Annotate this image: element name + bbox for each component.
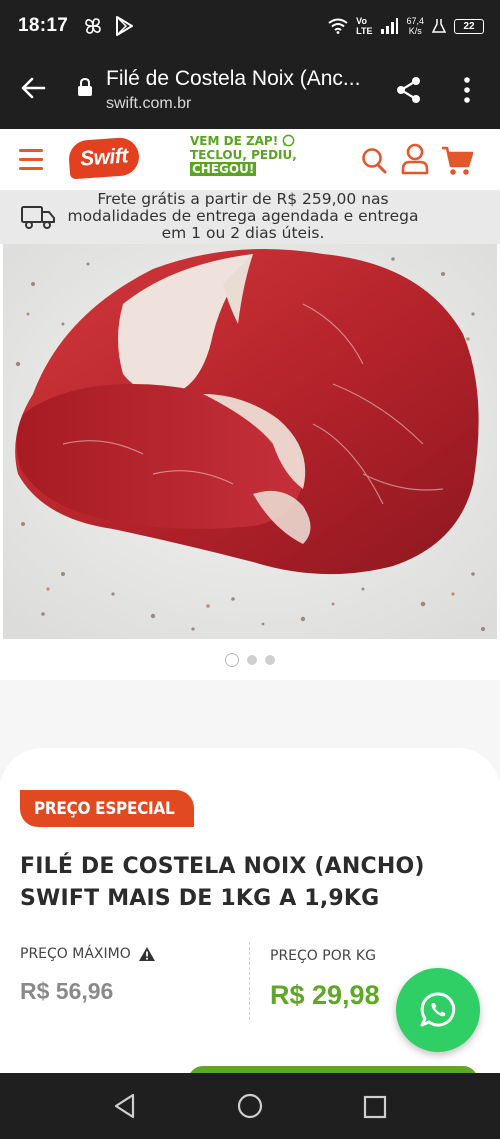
browser-toolbar: Filé de Costela Noix (Anc... swift.com.b… <box>0 52 500 129</box>
shipping-text: Frete grátis a partir de R$ 259,00 nas m… <box>67 190 419 242</box>
net-speed: 67,4 K/s <box>406 16 424 36</box>
back-arrow-icon[interactable] <box>20 76 46 100</box>
wifi-icon <box>328 18 348 34</box>
warning-icon[interactable] <box>138 947 155 961</box>
carousel-dot-3[interactable] <box>265 655 275 665</box>
net-speed-unit: K/s <box>408 26 422 36</box>
price-max-value: R$ 56,96 <box>20 978 114 1004</box>
product-name: FILÉ DE COSTELA NOIX (ANCHO) SWIFT MAIS … <box>20 854 425 911</box>
status-time: 18:17 <box>18 15 69 36</box>
battery-indicator: 22 <box>454 18 484 34</box>
menu-icon[interactable] <box>19 149 43 171</box>
nav-home-icon[interactable] <box>237 1093 263 1119</box>
price-per-kg-label: PREÇO POR KG <box>270 948 376 964</box>
zap-promo-line1: VEM DE ZAP! <box>190 134 279 148</box>
nav-back-icon[interactable] <box>113 1093 137 1119</box>
lock-icon[interactable] <box>77 77 93 97</box>
nav-recents-icon[interactable] <box>363 1095 387 1119</box>
android-nav-bar <box>0 1073 500 1139</box>
truck-icon <box>21 206 55 229</box>
lab-flask-icon <box>432 19 446 33</box>
carousel-dots <box>0 653 500 667</box>
status-bar: 18:17 Vo LTE 67,4 K/s 22 <box>0 0 500 52</box>
price-per-kg-value: R$ 29,98 <box>270 980 380 1010</box>
net-speed-value: 67,4 <box>406 16 424 26</box>
carousel-dot-2[interactable] <box>247 655 257 665</box>
more-vert-icon[interactable] <box>460 76 474 104</box>
price-divider <box>249 942 250 1020</box>
shipping-banner: Frete grátis a partir de R$ 259,00 nas m… <box>0 190 500 244</box>
whatsapp-icon <box>420 992 456 1027</box>
whatsapp-button[interactable] <box>396 968 480 1052</box>
status-system-icons: Vo LTE 67,4 K/s 22 <box>328 16 484 36</box>
special-price-badge: PREÇO ESPECIAL <box>20 790 195 827</box>
cart-icon[interactable] <box>441 146 473 176</box>
swift-logo[interactable]: Swift <box>67 136 141 180</box>
whatsapp-small-icon <box>283 134 295 147</box>
signal-icon <box>381 18 399 34</box>
price-max-label-text: PREÇO MÁXIMO <box>20 946 131 962</box>
zap-promo-line3: CHEGOU! <box>190 162 257 176</box>
price-max-label: PREÇO MÁXIMO <box>20 946 155 962</box>
site-header: Swift VEM DE ZAP! TECLOU, PEDIU, CHEGOU! <box>0 129 500 190</box>
product-image[interactable] <box>3 244 497 639</box>
zap-promo[interactable]: VEM DE ZAP! TECLOU, PEDIU, CHEGOU! <box>190 134 300 176</box>
pinwheel-icon <box>85 18 101 34</box>
search-icon[interactable] <box>361 147 387 175</box>
browser-page-title[interactable]: Filé de Costela Noix (Anc... <box>106 67 366 91</box>
zap-promo-line2: TECLOU, PEDIU, <box>190 148 297 162</box>
browser-url[interactable]: swift.com.br <box>106 95 191 113</box>
volte-label: Vo LTE <box>356 16 373 36</box>
carousel-dot-1[interactable] <box>225 653 239 667</box>
status-notification-icons <box>82 15 134 37</box>
user-icon[interactable] <box>401 143 429 175</box>
play-store-icon <box>116 16 134 36</box>
share-icon[interactable] <box>395 76 423 104</box>
logo-text: Swift <box>79 144 129 171</box>
